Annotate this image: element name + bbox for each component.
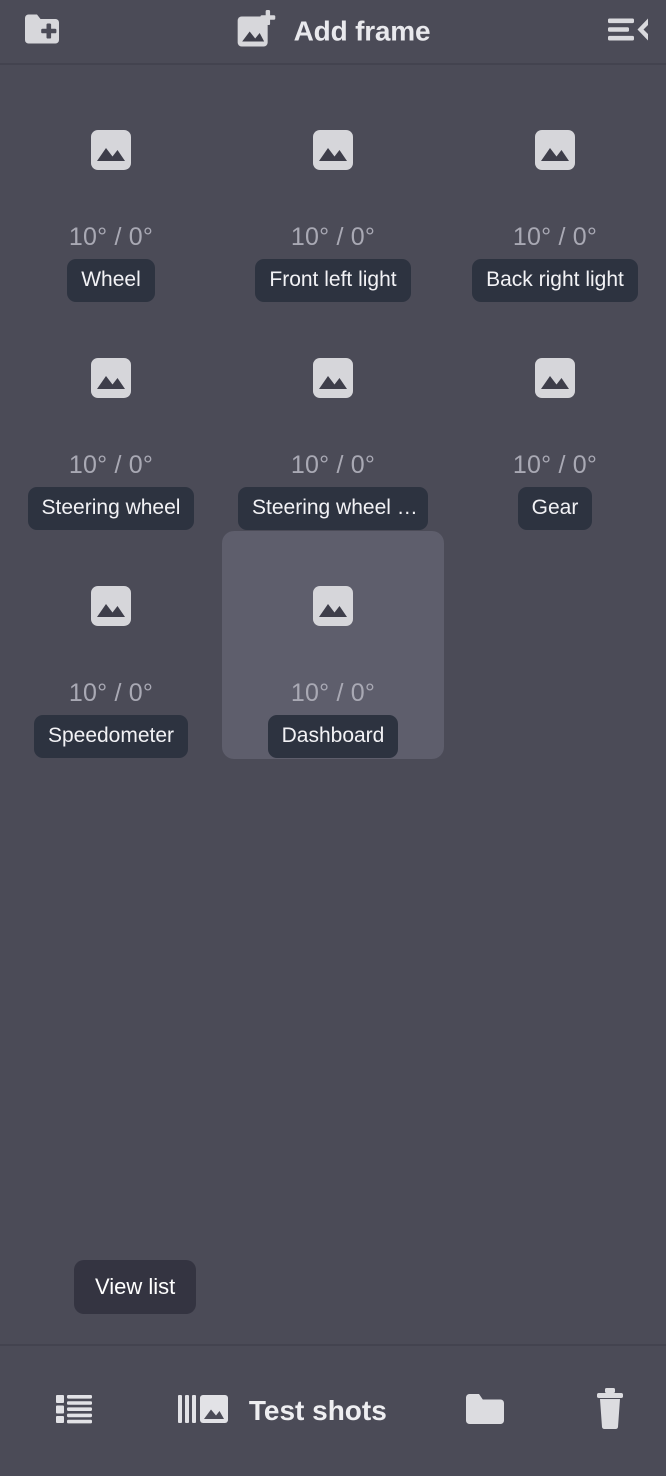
frame-name-pill[interactable]: Dashboard (267, 715, 399, 758)
top-toolbar-left (22, 11, 62, 52)
frame-name-pill[interactable]: Wheel (67, 259, 155, 302)
frame-cell[interactable]: 10° / 0° Gear (444, 303, 666, 531)
frame-name-pill[interactable]: Back right light (472, 259, 638, 302)
top-toolbar: Add frame (0, 0, 666, 65)
frame-cell[interactable]: 10° / 0° Wheel (0, 75, 222, 303)
image-placeholder-icon (535, 358, 575, 398)
frame-cell[interactable]: 10° / 0° Steering wheel … (222, 303, 444, 531)
image-placeholder-icon (313, 358, 353, 398)
hamburger-collapse-icon (606, 11, 652, 52)
frame-cell[interactable]: 10° / 0° Speedometer (0, 531, 222, 759)
image-placeholder-icon (535, 130, 575, 170)
frame-thumbnail (535, 303, 575, 453)
frame-thumbnail (91, 531, 131, 681)
image-placeholder-icon (91, 358, 131, 398)
app-root: Add frame 10° / 0° Wheel 10° / 0° Front … (0, 0, 666, 1476)
frame-cell-selected[interactable]: 10° / 0° Dashboard (222, 531, 444, 759)
image-plus-icon (236, 8, 280, 55)
image-placeholder-icon (91, 586, 131, 626)
delete-button[interactable] (554, 1387, 666, 1436)
frame-thumbnail (535, 75, 575, 225)
list-view-icon (54, 1391, 94, 1432)
list-view-button[interactable] (0, 1391, 149, 1432)
frame-name-pill[interactable]: Gear (517, 487, 593, 530)
frame-thumbnail (313, 531, 353, 681)
add-frame-button[interactable]: Add frame (236, 8, 431, 55)
frame-thumbnail (91, 75, 131, 225)
frame-angles: 10° / 0° (290, 679, 376, 707)
add-frame-label: Add frame (293, 15, 431, 47)
view-list-tooltip: View list (74, 1260, 197, 1314)
frames-grid: 10° / 0° Wheel 10° / 0° Front left light (0, 65, 666, 759)
frame-angles: 10° / 0° (68, 451, 154, 479)
image-placeholder-icon (313, 130, 353, 170)
menu-button[interactable] (606, 11, 652, 52)
frame-angles: 10° / 0° (290, 451, 376, 479)
folder-button[interactable] (415, 1390, 555, 1433)
frame-thumbnail (313, 303, 353, 453)
frames-area: 10° / 0° Wheel 10° / 0° Front left light (0, 65, 666, 1344)
bottom-toolbar: Test shots (0, 1344, 666, 1476)
image-placeholder-icon (313, 586, 353, 626)
frame-name-pill[interactable]: Speedometer (33, 715, 189, 758)
filmstrip-image-icon (177, 1389, 233, 1434)
frame-angles: 10° / 0° (290, 223, 376, 251)
trash-icon (593, 1387, 627, 1436)
frame-angles: 10° / 0° (512, 223, 598, 251)
frame-name-pill[interactable]: Steering wheel … (238, 487, 428, 530)
frame-angles: 10° / 0° (68, 223, 154, 251)
add-folder-button[interactable] (22, 11, 62, 52)
image-placeholder-icon (91, 130, 131, 170)
frame-cell[interactable]: 10° / 0° Back right light (444, 75, 666, 303)
frame-thumbnail (313, 75, 353, 225)
frame-cell-empty (444, 531, 666, 759)
frame-cell[interactable]: 10° / 0° Steering wheel (0, 303, 222, 531)
frame-angles: 10° / 0° (68, 679, 154, 707)
folder-icon (463, 1390, 507, 1433)
frame-cell[interactable]: 10° / 0° Front left light (222, 75, 444, 303)
test-shots-label: Test shots (248, 1395, 387, 1426)
folder-plus-icon (22, 11, 62, 52)
frame-name-pill[interactable]: Front left light (255, 259, 411, 302)
frame-name-pill[interactable]: Steering wheel (27, 487, 195, 530)
test-shots-button[interactable]: Test shots (149, 1389, 415, 1434)
frame-thumbnail (91, 303, 131, 453)
frame-angles: 10° / 0° (512, 451, 598, 479)
